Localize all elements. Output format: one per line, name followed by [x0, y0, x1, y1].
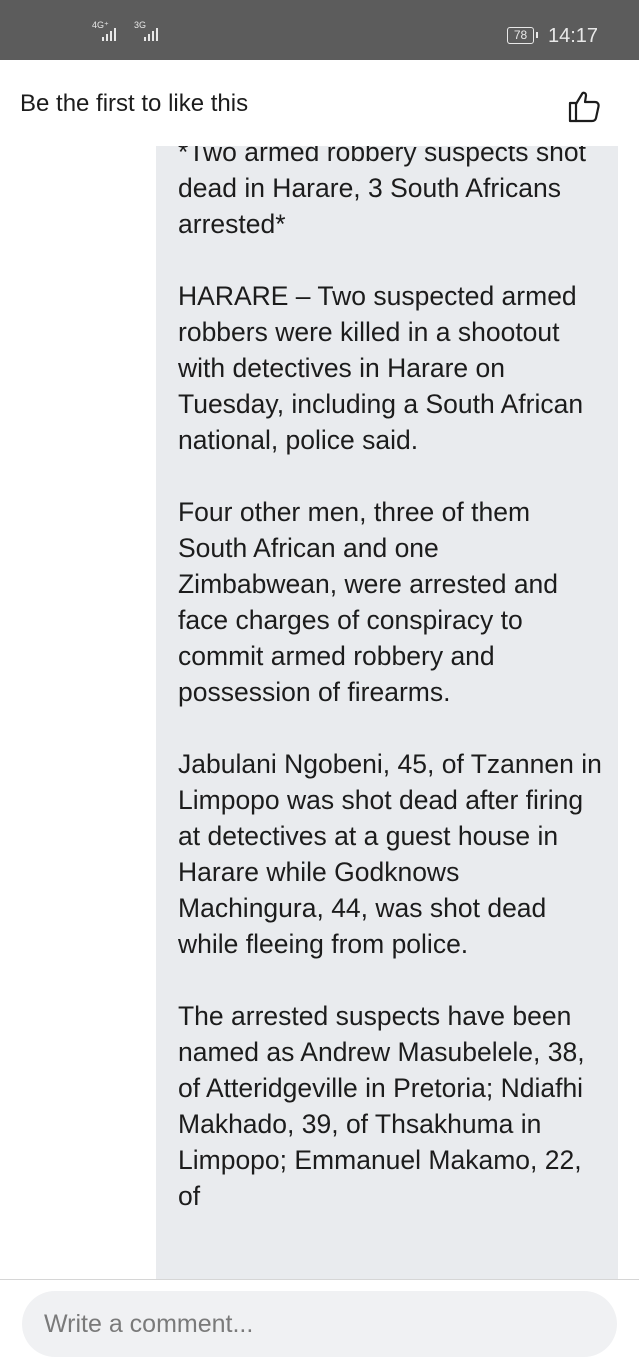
battery-indicator: 78 [507, 27, 538, 44]
post-headline: *Two armed robbery suspects shot dead in… [178, 146, 594, 239]
status-clock: 14:17 [548, 25, 599, 47]
thumbs-up-outline-icon [568, 91, 600, 123]
post-paragraph: HARARE – Two suspected armed robbers wer… [178, 281, 591, 455]
like-button[interactable] [562, 84, 606, 128]
post-paragraph: Jabulani Ngobeni, 45, of Tzannen in Limp… [178, 749, 610, 959]
comment-input[interactable] [22, 1291, 617, 1357]
post-content-area[interactable]: *Two armed robbery suspects shot dead in… [0, 146, 639, 1279]
post-paragraph: The arrested suspects have been named as… [178, 1001, 592, 1211]
comment-bar [0, 1279, 639, 1368]
status-bar: 4G⁺ 3G 78 14:17 [0, 0, 639, 60]
post-paragraph: Four other men, three of them South Afri… [178, 497, 566, 707]
likes-summary: Be the first to like this [20, 90, 249, 117]
likes-header: Be the first to like this [0, 60, 639, 146]
message-bubble: *Two armed robbery suspects shot dead in… [156, 146, 618, 1279]
